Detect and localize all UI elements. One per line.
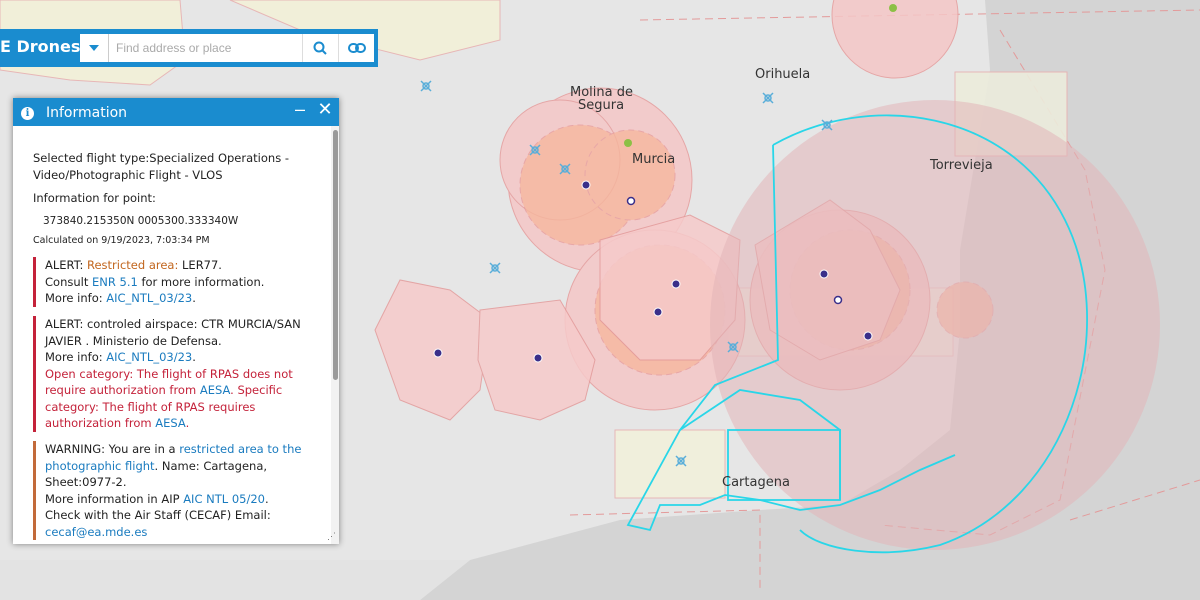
alert-text: More info: [45, 350, 107, 364]
aerodrome-icon [559, 163, 571, 175]
resize-handle-icon[interactable]: ⋰ [327, 531, 336, 542]
category-text: . Specific [230, 383, 283, 397]
chevron-down-icon [89, 45, 99, 51]
alert-text: . [192, 350, 196, 364]
place-label: Orihuela [755, 67, 810, 82]
category-text: authorization from [45, 416, 156, 430]
place-label: Segura [578, 98, 624, 113]
restricted-photo-link[interactable]: photographic flight [45, 459, 155, 473]
search-source-dropdown[interactable] [80, 34, 109, 62]
link-icon [348, 43, 366, 53]
search-toolbar: E Drones [0, 29, 378, 67]
point-label: Information for point: [33, 191, 156, 205]
aerodrome-icon [675, 455, 687, 467]
aesa-link[interactable]: AESA [200, 383, 230, 397]
warning-text: . [264, 491, 269, 506]
warning-text: WARNING: You are in a [45, 442, 180, 456]
alert-text: Consult [45, 274, 92, 289]
warning-photographic: WARNING: You are in a restricted area to… [33, 441, 301, 540]
warning-text: Sheet:0977-2. [45, 475, 127, 489]
alert-text: JAVIER . Ministerio de Defensa. [45, 333, 222, 348]
flight-type-text: Selected flight type:Specialized Operati… [33, 151, 289, 165]
restricted-photo-link[interactable]: restricted area to the [179, 442, 301, 456]
aerodrome-icon [420, 80, 432, 92]
category-text: require authorization from [45, 383, 200, 397]
aerodrome-icon [529, 144, 541, 156]
flight-type-text: Video/Photographic Flight - VLOS [33, 168, 223, 182]
search-box [80, 34, 374, 62]
minimize-button[interactable]: – [293, 99, 307, 120]
enr-link[interactable]: ENR 5.1 [92, 275, 138, 289]
aip-link[interactable]: AIC NTL 05/20 [183, 492, 265, 506]
alert-text: More info: [45, 291, 107, 305]
alert-controlled-airspace: ALERT: controled airspace: CTR MURCIA/SA… [33, 316, 301, 432]
calculated-timestamp: Calculated on 9/19/2023, 7:03:34 PM [33, 235, 210, 246]
alert-text: ALERT: controled airspace: CTR MURCIA/SA… [45, 317, 301, 331]
search-button[interactable] [302, 34, 337, 62]
aerodrome-icon [727, 341, 739, 353]
place-label: Murcia [632, 152, 675, 167]
share-link-button[interactable] [338, 34, 375, 62]
alert-restricted-area: ALERT: Restricted area: LER77. Consult E… [33, 257, 264, 307]
category-text: category: The flight of RPAS requires [45, 399, 256, 414]
alert-text: . [192, 291, 196, 305]
aic-link[interactable]: AIC_NTL_03/23 [106, 350, 192, 364]
panel-scrollbar[interactable] [331, 126, 339, 544]
category-text: . [185, 416, 190, 430]
aerodrome-icon [762, 92, 774, 104]
aic-link[interactable]: AIC_NTL_03/23 [106, 291, 192, 305]
close-button[interactable]: ✕ [317, 99, 333, 120]
place-label: Torrevieja [929, 158, 993, 173]
place-label: Cartagena [722, 475, 790, 490]
warning-text: . Name: Cartagena, [154, 458, 268, 473]
point-coordinates: 373840.215350N 0005300.333340W [43, 215, 239, 227]
cecaf-email-link[interactable]: cecaf@ea.mde.es [45, 525, 147, 539]
panel-header[interactable]: i Information – ✕ [13, 98, 339, 126]
search-input[interactable] [116, 38, 296, 58]
info-icon: i [21, 107, 34, 120]
panel-title: Information [46, 105, 128, 121]
panel-body: Selected flight type:Specialized Operati… [13, 126, 331, 542]
alert-text: LER77. [178, 258, 222, 272]
aesa-link[interactable]: AESA [155, 416, 185, 430]
information-panel: i Information – ✕ Selected flight type:S… [13, 98, 339, 544]
aerodrome-icon [821, 119, 833, 131]
search-icon [313, 41, 327, 55]
restricted-area-link[interactable]: Restricted area: [87, 258, 178, 272]
app-title: E Drones [0, 37, 81, 56]
alert-text: ALERT: [45, 258, 87, 272]
scrollbar-thumb[interactable] [333, 130, 338, 380]
aerodrome-icon [489, 262, 501, 274]
warning-text: More information in AIP [45, 491, 184, 506]
warning-text: Check with the Air Staff (CECAF) Email: [45, 508, 271, 522]
category-text: Open category: The flight of RPAS does n… [45, 366, 293, 381]
alert-text: for more information. [137, 274, 265, 289]
